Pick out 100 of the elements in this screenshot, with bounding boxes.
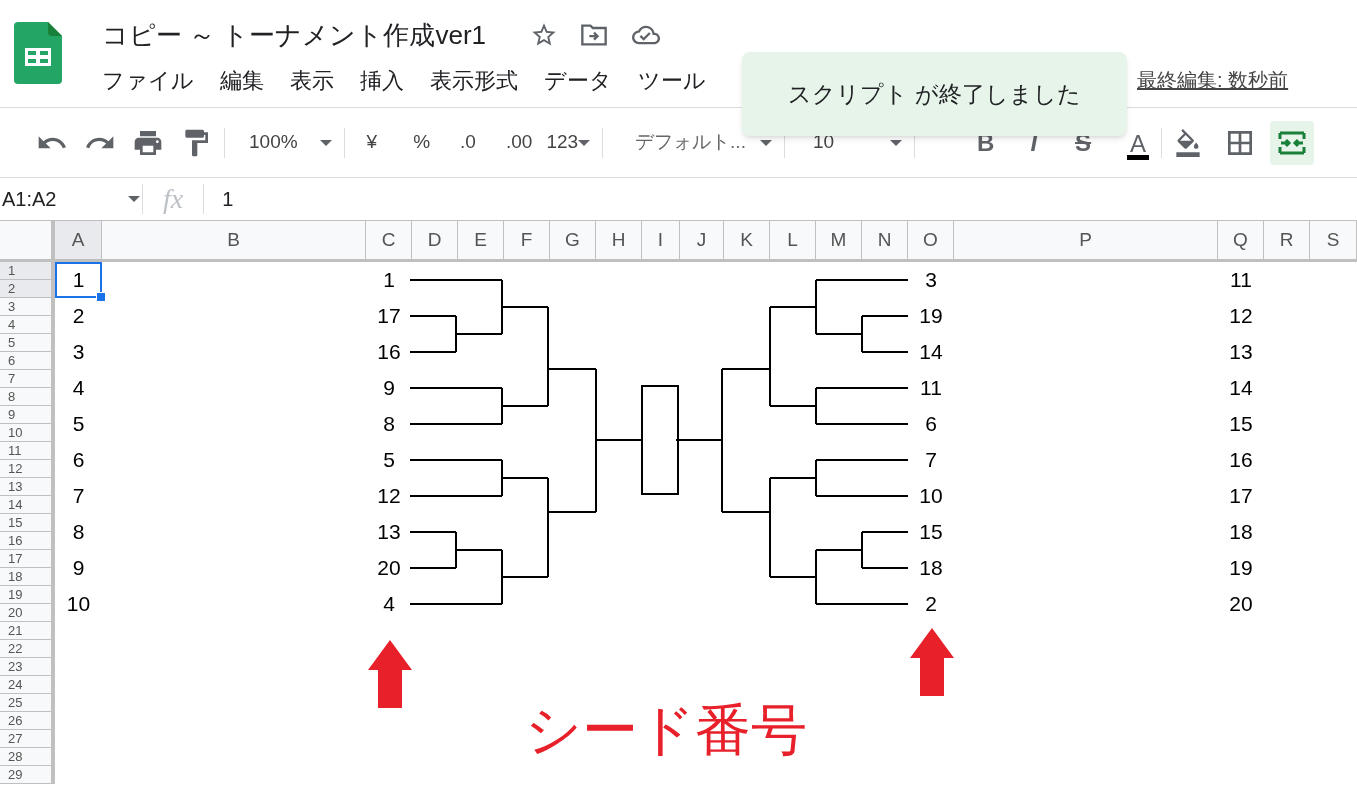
table-cell-text: 7: [71, 483, 86, 510]
number-format-dropdown[interactable]: 123: [546, 128, 591, 157]
table-cell-text: 1: [382, 267, 396, 294]
row-header[interactable]: 17: [0, 550, 55, 568]
column-header[interactable]: L: [770, 220, 816, 262]
table-cell-text: 11: [1229, 267, 1253, 294]
column-header[interactable]: N: [862, 220, 908, 262]
font-dropdown[interactable]: デフォルト...: [635, 128, 772, 157]
row-header[interactable]: 7: [0, 370, 55, 388]
column-header[interactable]: C: [366, 220, 412, 262]
column-header[interactable]: G: [550, 220, 596, 262]
column-header[interactable]: A: [55, 220, 102, 262]
menu-item[interactable]: ファイル: [102, 63, 194, 97]
column-header[interactable]: B: [102, 220, 366, 262]
function-label: fx: [163, 182, 184, 216]
column-header[interactable]: F: [504, 220, 550, 262]
table-cell-text: 16: [376, 339, 402, 366]
row-header[interactable]: 8: [0, 388, 55, 406]
column-header[interactable]: S: [1310, 220, 1357, 262]
row-header[interactable]: 1: [0, 262, 55, 280]
merge-cells-icon: [1278, 130, 1307, 155]
table-cell-text: 15: [918, 519, 944, 546]
column-header[interactable]: J: [680, 220, 724, 262]
table-cell-text: 17: [376, 303, 402, 330]
row-header[interactable]: 4: [0, 316, 55, 334]
formula-input[interactable]: 1: [222, 184, 234, 214]
row-header[interactable]: 11: [0, 442, 55, 460]
row-header[interactable]: 29: [0, 766, 55, 784]
name-box[interactable]: A1:A2: [0, 184, 128, 214]
table-cell-text: 18: [1228, 519, 1254, 546]
column-header[interactable]: Q: [1218, 220, 1264, 262]
percent-button[interactable]: %: [413, 128, 431, 157]
toast-message: スクリプト が終了しました: [788, 79, 1081, 109]
row-header[interactable]: 10: [0, 424, 55, 442]
currency-button[interactable]: ¥: [366, 128, 378, 157]
row-header[interactable]: 19: [0, 586, 55, 604]
column-header[interactable]: O: [908, 220, 954, 262]
last-edit-link[interactable]: 最終編集: 数秒前: [1137, 65, 1289, 95]
table-cell-text: 2: [71, 303, 86, 330]
row-header[interactable]: 26: [0, 712, 55, 730]
document-title[interactable]: コピー ～ トーナメント作成ver1: [102, 15, 487, 55]
row-header[interactable]: 21: [0, 622, 55, 640]
table-cell-text: 3: [71, 339, 86, 366]
column-header[interactable]: I: [642, 220, 680, 262]
table-cell-text: 7: [924, 447, 938, 474]
row-header[interactable]: 12: [0, 460, 55, 478]
column-header[interactable]: E: [458, 220, 504, 262]
row-header[interactable]: 14: [0, 496, 55, 514]
table-cell-text: 14: [918, 339, 944, 366]
column-header[interactable]: D: [412, 220, 458, 262]
row-header[interactable]: 18: [0, 568, 55, 586]
row-header[interactable]: 25: [0, 694, 55, 712]
column-header[interactable]: R: [1264, 220, 1310, 262]
menu-item[interactable]: ツール: [638, 63, 706, 97]
row-header[interactable]: 5: [0, 334, 55, 352]
fill-handle[interactable]: [96, 292, 106, 302]
spreadsheet-logo-icon[interactable]: [14, 22, 62, 84]
row-header[interactable]: 23: [0, 658, 55, 676]
column-header[interactable]: P: [954, 220, 1218, 262]
menu-item[interactable]: 表示形式: [430, 63, 518, 97]
row-header[interactable]: 24: [0, 676, 55, 694]
fill-color-icon[interactable]: [1174, 128, 1203, 157]
merge-cells-button[interactable]: [1270, 120, 1315, 165]
row-header[interactable]: 27: [0, 730, 55, 748]
table-cell-text: 13: [376, 519, 402, 546]
menu-item[interactable]: 挿入: [360, 63, 404, 97]
decrease-decimals-button[interactable]: .0: [460, 128, 476, 157]
table-cell-text: 10: [918, 483, 944, 510]
row-header[interactable]: 13: [0, 478, 55, 496]
move-folder-icon[interactable]: [580, 23, 609, 47]
table-cell-text: 10: [65, 591, 92, 618]
dropdown-caret-icon: [319, 139, 332, 146]
row-header[interactable]: 9: [0, 406, 55, 424]
table-cell-text: 5: [382, 447, 396, 474]
table-cell-text: 17: [1228, 483, 1254, 510]
row-header[interactable]: 16: [0, 532, 55, 550]
increase-decimals-button[interactable]: .00: [505, 128, 533, 157]
dropdown-caret-icon: [759, 139, 772, 146]
table-cell-text: 19: [918, 303, 944, 330]
column-header[interactable]: M: [816, 220, 862, 262]
menu-item[interactable]: 表示: [290, 63, 334, 97]
row-header[interactable]: 6: [0, 352, 55, 370]
zoom-dropdown[interactable]: 100%: [237, 128, 332, 157]
table-cell-text: 16: [1228, 447, 1254, 474]
row-header[interactable]: 20: [0, 604, 55, 622]
column-header[interactable]: K: [724, 220, 770, 262]
row-header[interactable]: 3: [0, 298, 55, 316]
row-header[interactable]: 15: [0, 514, 55, 532]
column-header[interactable]: H: [596, 220, 642, 262]
menu-item[interactable]: データ: [544, 63, 612, 97]
annotation-text: シード番号: [525, 698, 807, 762]
row-header[interactable]: 2: [0, 280, 55, 298]
table-cell-text: 20: [376, 555, 402, 582]
dropdown-caret-icon: [578, 139, 591, 146]
row-header[interactable]: 22: [0, 640, 55, 658]
table-cell-text: 8: [382, 411, 396, 438]
table-cell-text: 20: [1228, 591, 1254, 618]
menu-item[interactable]: 編集: [220, 63, 264, 97]
table-cell-text: 18: [918, 555, 944, 582]
row-header[interactable]: 28: [0, 748, 55, 766]
